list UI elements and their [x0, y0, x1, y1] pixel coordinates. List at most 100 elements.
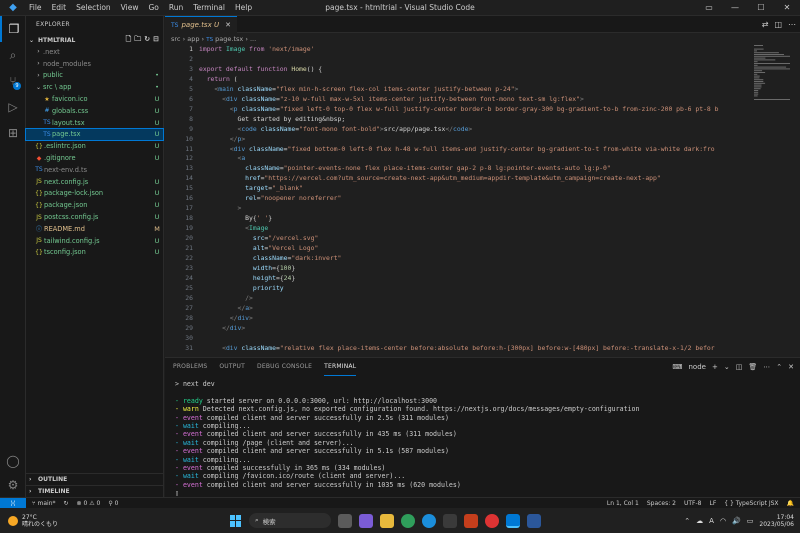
problems-indicator[interactable]: ⊗ 0 ⚠ 0	[77, 500, 101, 507]
source-control-icon[interactable]: ⑂ 9	[0, 68, 26, 94]
tree-item[interactable]: ⌄ src \ app •	[26, 81, 163, 93]
split-terminal-icon[interactable]: ◫	[736, 363, 743, 371]
code-line[interactable]: alt="Vercel Logo"	[199, 244, 318, 252]
breadcrumb-more[interactable]: ...	[250, 35, 256, 43]
run-debug-icon[interactable]: ▷	[0, 94, 26, 120]
menu-item-go[interactable]: Go	[148, 3, 158, 12]
minimize-button[interactable]: —	[722, 0, 748, 16]
tab-terminal[interactable]: TERMINAL	[324, 358, 357, 376]
tree-item[interactable]: JS postcss.config.js U	[26, 211, 163, 223]
code-line[interactable]: import Image from 'next/image'	[199, 45, 314, 53]
more-actions-icon[interactable]: ⋯	[788, 20, 796, 29]
minimap[interactable]	[752, 45, 792, 105]
code-line[interactable]: width={100}	[199, 264, 295, 272]
encoding[interactable]: UTF-8	[684, 500, 702, 507]
breadcrumb-app[interactable]: app	[187, 35, 199, 43]
menu-item-terminal[interactable]: Terminal	[193, 3, 225, 12]
cursor-position[interactable]: Ln 1, Col 1	[607, 500, 639, 507]
tray-app-icon[interactable]: ☁	[696, 517, 703, 525]
tab-debug-console[interactable]: DEBUG CONSOLE	[257, 358, 312, 376]
input-language-indicator[interactable]: A	[709, 517, 714, 525]
settings-gear-icon[interactable]: ⚙	[0, 472, 26, 498]
end-of-line[interactable]: LF	[709, 500, 716, 507]
code-line[interactable]: href="https://vercel.com?utm_source=crea…	[199, 174, 661, 182]
tree-item[interactable]: # globals.css U	[26, 105, 163, 117]
refresh-icon[interactable]: ↻	[144, 35, 150, 46]
menu-item-selection[interactable]: Selection	[76, 3, 111, 12]
code-line[interactable]: </a>	[199, 304, 252, 312]
workspace-root[interactable]: ⌄ HTMLTRIAL 🗋 🗀 ↻ ⊟	[26, 34, 163, 46]
tree-item[interactable]: ⓘ README.md M	[26, 223, 163, 235]
code-line[interactable]: Get started by editing&nbsp;	[199, 115, 345, 123]
new-terminal-icon[interactable]: +	[712, 363, 718, 371]
code-line[interactable]: <main className="flex min-h-screen flex-…	[199, 85, 518, 93]
taskbar-search[interactable]: ⌕ 検索	[249, 513, 331, 528]
code-line[interactable]: <div className="relative flex place-item…	[199, 344, 715, 352]
wifi-icon[interactable]: ◠	[720, 517, 726, 525]
tab-output[interactable]: OUTPUT	[219, 358, 245, 376]
tree-item[interactable]: JS tailwind.config.js U	[26, 235, 163, 247]
word-icon[interactable]	[527, 513, 541, 528]
file-explorer-icon[interactable]	[380, 513, 394, 528]
tree-item[interactable]: JS next.config.js U	[26, 176, 163, 188]
ports-indicator[interactable]: ⚲ 0	[108, 500, 118, 507]
tab-page-tsx[interactable]: TS page.tsx U ✕	[165, 16, 237, 33]
tab-problems[interactable]: PROBLEMS	[173, 358, 207, 376]
layout-toggle-icon[interactable]: ▭	[696, 0, 722, 16]
code-line[interactable]: </div>	[199, 324, 245, 332]
code-line[interactable]: >	[199, 204, 241, 212]
code-editor[interactable]: 1 import Image from 'next/image' 2 3 export …	[165, 45, 800, 358]
tree-item[interactable]: ◆ .gitignore U	[26, 152, 163, 164]
split-editor-icon[interactable]: ◫	[774, 20, 782, 29]
code-line[interactable]: <div className="z-10 w-full max-w-5xl it…	[199, 95, 584, 103]
code-line[interactable]: By{' '}	[199, 214, 272, 222]
battery-icon[interactable]: ▭	[747, 517, 754, 525]
menu-item-help[interactable]: Help	[235, 3, 252, 12]
windows-start-icon[interactable]	[230, 514, 242, 527]
tree-item[interactable]: › public •	[26, 70, 163, 82]
tree-item[interactable]: {} tsconfig.json U	[26, 247, 163, 259]
menu-item-run[interactable]: Run	[169, 3, 183, 12]
menu-item-view[interactable]: View	[121, 3, 139, 12]
code-line[interactable]: return (	[199, 75, 238, 83]
menu-item-file[interactable]: File	[29, 3, 42, 12]
code-line[interactable]: <code className="font-mono font-bold">sr…	[199, 125, 472, 133]
branch-indicator[interactable]: ⑂ main*	[32, 500, 56, 507]
collapse-all-icon[interactable]: ⊟	[153, 35, 159, 46]
tree-item[interactable]: TS layout.tsx U	[26, 117, 163, 129]
notifications-bell-icon[interactable]: 🔔	[787, 500, 794, 507]
close-tab-icon[interactable]: ✕	[225, 21, 231, 29]
close-panel-icon[interactable]: ✕	[788, 363, 794, 371]
tree-item[interactable]: {} package-lock.json U	[26, 188, 163, 200]
clock[interactable]: 17:04 2023/05/06	[759, 514, 794, 528]
new-folder-icon[interactable]: 🗀	[134, 35, 141, 46]
tree-item[interactable]: ★ favicon.ico U	[26, 93, 163, 105]
outline-section[interactable]: › OUTLINE	[26, 473, 163, 485]
menu-item-edit[interactable]: Edit	[52, 3, 67, 12]
breadcrumb-src[interactable]: src	[171, 35, 181, 43]
more-actions-icon[interactable]: ⋯	[763, 363, 770, 371]
code-line[interactable]: <Image	[199, 224, 268, 232]
tree-item[interactable]: {} package.json U	[26, 199, 163, 211]
vscode-taskbar-icon[interactable]	[506, 513, 520, 528]
tree-item[interactable]: › .next	[26, 46, 163, 58]
close-button[interactable]: ✕	[774, 0, 800, 16]
new-file-icon[interactable]: 🗋	[126, 35, 132, 46]
code-line[interactable]: src="/vercel.svg"	[199, 234, 318, 242]
search-icon[interactable]: ⌕	[0, 42, 26, 68]
indentation[interactable]: Spaces: 2	[647, 500, 676, 507]
account-icon[interactable]: ◯	[0, 448, 26, 474]
tree-item[interactable]: TS page.tsx U	[25, 127, 164, 142]
chrome-icon[interactable]	[401, 513, 415, 528]
terminal-shell-name[interactable]: node	[689, 363, 706, 371]
powerpoint-icon[interactable]	[464, 513, 478, 528]
code-line[interactable]: target="_blank"	[199, 184, 303, 192]
chevron-down-icon[interactable]: ⌄	[724, 363, 730, 371]
code-line[interactable]: <a	[199, 154, 245, 162]
maximize-panel-icon[interactable]: ⌃	[776, 363, 782, 371]
code-line[interactable]: <div className="fixed bottom-0 left-0 fl…	[199, 145, 715, 153]
terminal-output[interactable]: > next dev - ready started server on 0.0.…	[165, 376, 800, 501]
code-line[interactable]: <p className="fixed left-0 top-0 flex w-…	[199, 105, 719, 113]
volume-icon[interactable]: 🔊	[732, 517, 741, 525]
store-icon[interactable]	[443, 513, 457, 528]
